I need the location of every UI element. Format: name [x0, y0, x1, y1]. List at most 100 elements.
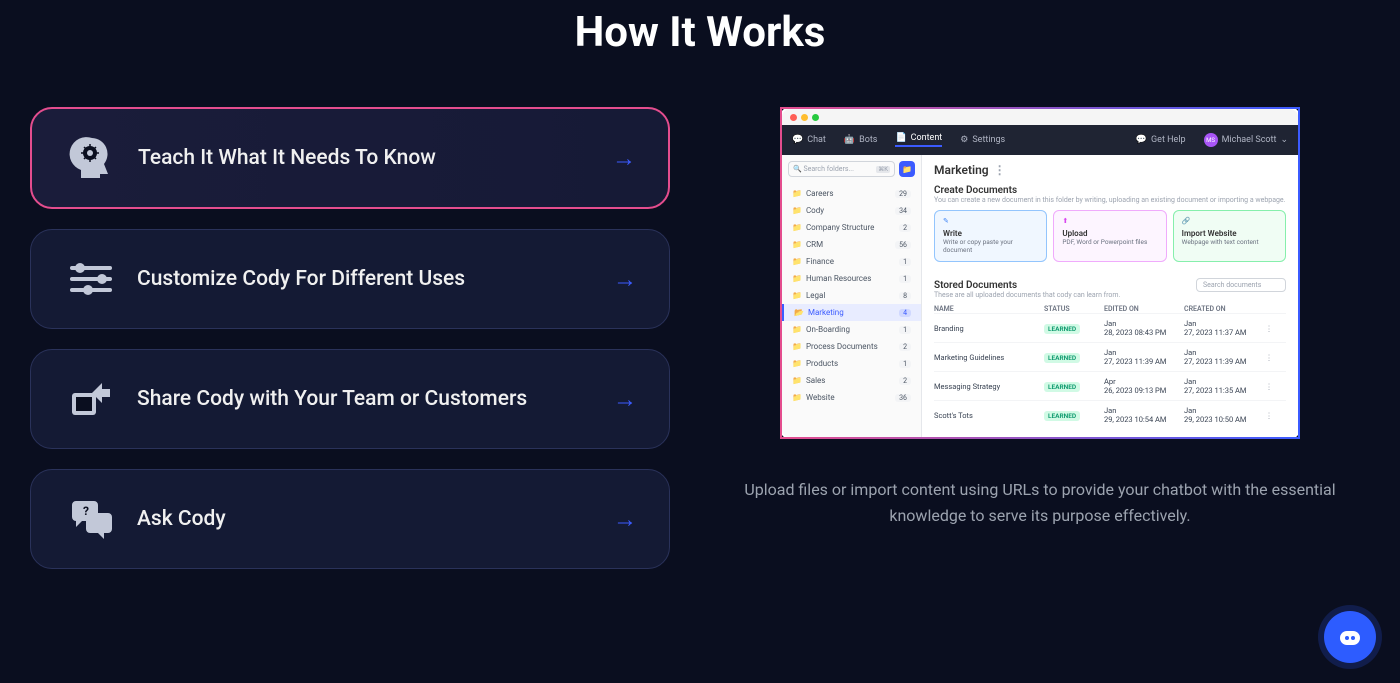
chat-bot-icon	[1337, 624, 1363, 650]
folder-icon: 📁	[792, 359, 802, 368]
minimize-dot-icon	[801, 114, 808, 121]
maximize-dot-icon	[812, 114, 819, 121]
row-menu-icon[interactable]: ⋮	[1264, 353, 1274, 362]
folder-item[interactable]: 📂Marketing4	[782, 304, 921, 321]
folder-name: On-Boarding	[806, 325, 850, 334]
gear-head-icon	[64, 135, 120, 181]
table-row[interactable]: Scott's TotsLEARNEDJan29, 2023 10:54 AMJ…	[934, 400, 1286, 429]
folder-sidebar: 🔍 Search folders... ⌘K 📁 📁Careers29 📁 Cody…	[782, 155, 922, 437]
folder-item[interactable]: 📁Sales2	[782, 372, 921, 389]
folder-icon: 📁	[792, 291, 802, 300]
folder-name: Marketing	[808, 308, 844, 317]
folder-item[interactable]: 📁Process Documents2	[782, 338, 921, 355]
folder-item[interactable]: 📁CRM56	[782, 236, 921, 253]
folder-item[interactable]: 📁Careers29	[782, 185, 921, 202]
row-menu-icon[interactable]: ⋮	[1264, 382, 1274, 391]
col-created: CREATED ON	[1184, 305, 1264, 313]
table-row[interactable]: BrandingLEARNEDJan28, 2023 08:43 PMJan27…	[934, 313, 1286, 342]
folder-name: Company Structure	[806, 223, 874, 232]
doc-edited: Jan27, 2023 11:39 AM	[1104, 348, 1184, 366]
arrow-right-icon: →	[613, 265, 637, 294]
nav-bots[interactable]: 🤖Bots	[844, 135, 878, 145]
table-row[interactable]: Marketing GuidelinesLEARNEDJan27, 2023 1…	[934, 342, 1286, 371]
folder-count: 1	[899, 326, 911, 334]
upload-icon: ⬆	[1062, 217, 1157, 225]
arrow-right-icon: →	[612, 144, 636, 173]
folder-item[interactable]: 📁Legal8	[782, 287, 921, 304]
folder-item[interactable]: 📁Human Resources1	[782, 270, 921, 287]
tile-write[interactable]: ✎ Write Write or copy paste your documen…	[934, 210, 1047, 262]
chat-fab-button[interactable]	[1324, 611, 1376, 663]
folder-count: 34	[895, 207, 911, 215]
folder-icon: 📁	[792, 376, 802, 385]
app-screenshot: 💬Chat 🤖Bots 📄Content ⚙Settings 💬Get Help…	[780, 107, 1300, 439]
create-docs-sub: You can create a new document in this fo…	[934, 196, 1286, 204]
folder-icon: 📁	[792, 257, 802, 266]
folder-item[interactable]: 📁On-Boarding1	[782, 321, 921, 338]
user-menu[interactable]: MSMichael Scott⌄	[1204, 133, 1288, 147]
tile-upload[interactable]: ⬆ Upload PDF, Word or Powerpoint files	[1053, 210, 1166, 262]
step-label: Customize Cody For Different Uses	[137, 267, 613, 291]
pencil-icon: ✎	[943, 217, 1038, 225]
arrow-right-icon: →	[613, 385, 637, 414]
folder-name: Products	[806, 359, 838, 368]
row-menu-icon[interactable]: ⋮	[1264, 324, 1274, 333]
bot-icon: 🤖	[844, 135, 855, 145]
row-menu-icon[interactable]: ⋮	[1264, 411, 1274, 420]
folder-icon: 📂	[794, 308, 804, 317]
folder-item[interactable]: 📁Company Structure2	[782, 219, 921, 236]
user-name: Michael Scott	[1222, 135, 1277, 145]
app-topbar: 💬Chat 🤖Bots 📄Content ⚙Settings 💬Get Help…	[782, 125, 1298, 155]
doc-created: Jan29, 2023 10:50 AM	[1184, 406, 1264, 424]
doc-name: Messaging Strategy	[934, 382, 1044, 391]
stored-docs-sub: These are all uploaded documents that co…	[934, 291, 1120, 299]
folder-title: Marketing ⋮	[934, 163, 1286, 177]
nav-label: Content	[911, 133, 943, 143]
arrow-right-icon: →	[613, 505, 637, 534]
tile-title: Upload	[1062, 229, 1157, 238]
nav-chat[interactable]: 💬Chat	[792, 135, 826, 145]
folder-item[interactable]: 📁 Cody 34	[782, 202, 921, 219]
folder-name: Finance	[806, 257, 834, 266]
tile-import[interactable]: 🔗 Import Website Webpage with text conte…	[1173, 210, 1286, 262]
avatar: MS	[1204, 133, 1218, 147]
close-dot-icon	[790, 114, 797, 121]
nav-get-help[interactable]: 💬Get Help	[1136, 135, 1186, 145]
stored-docs-title: Stored Documents	[934, 280, 1120, 291]
chat-question-icon: ?	[63, 496, 119, 542]
doc-edited: Apr26, 2023 09:13 PM	[1104, 377, 1184, 395]
folder-name: CRM	[806, 240, 823, 249]
kebab-icon[interactable]: ⋮	[994, 163, 1006, 177]
step-ask[interactable]: ? Ask Cody →	[30, 469, 670, 569]
link-icon: 🔗	[1182, 217, 1277, 225]
folder-icon: 📁	[792, 206, 802, 215]
folder-count: 2	[899, 377, 911, 385]
step-customize[interactable]: Customize Cody For Different Uses →	[30, 229, 670, 329]
docs-table-header: NAME STATUS EDITED ON CREATED ON	[934, 305, 1286, 313]
help-icon: 💬	[1136, 135, 1147, 145]
add-folder-button[interactable]: 📁	[899, 161, 915, 177]
folder-icon: 📁	[792, 342, 802, 351]
steps-column: Teach It What It Needs To Know → Customi…	[30, 107, 670, 569]
folder-name: Cody	[806, 206, 824, 215]
nav-content[interactable]: 📄Content	[895, 133, 942, 147]
folder-name: Website	[806, 393, 835, 402]
folder-item[interactable]: 📁Products1	[782, 355, 921, 372]
search-documents-input[interactable]: Search documents	[1196, 278, 1286, 292]
nav-settings[interactable]: ⚙Settings	[960, 135, 1005, 145]
folder-plus-icon: 📁	[902, 165, 912, 174]
folder-name: Careers	[806, 189, 834, 198]
step-share[interactable]: Share Cody with Your Team or Customers →	[30, 349, 670, 449]
folder-count: 2	[899, 343, 911, 351]
folder-icon: 📁	[792, 240, 802, 249]
step-label: Teach It What It Needs To Know	[138, 146, 612, 170]
table-row[interactable]: Messaging StrategyLEARNEDApr26, 2023 09:…	[934, 371, 1286, 400]
folder-item[interactable]: 📁Website36	[782, 389, 921, 406]
tile-sub: PDF, Word or Powerpoint files	[1062, 238, 1157, 246]
search-folders-input[interactable]: 🔍 Search folders... ⌘K	[788, 161, 895, 177]
step-teach[interactable]: Teach It What It Needs To Know →	[30, 107, 670, 209]
folder-item[interactable]: 📁Finance1	[782, 253, 921, 270]
status-badge: LEARNED	[1044, 324, 1080, 334]
col-name: NAME	[934, 305, 1044, 313]
chat-icon: 💬	[792, 135, 803, 145]
